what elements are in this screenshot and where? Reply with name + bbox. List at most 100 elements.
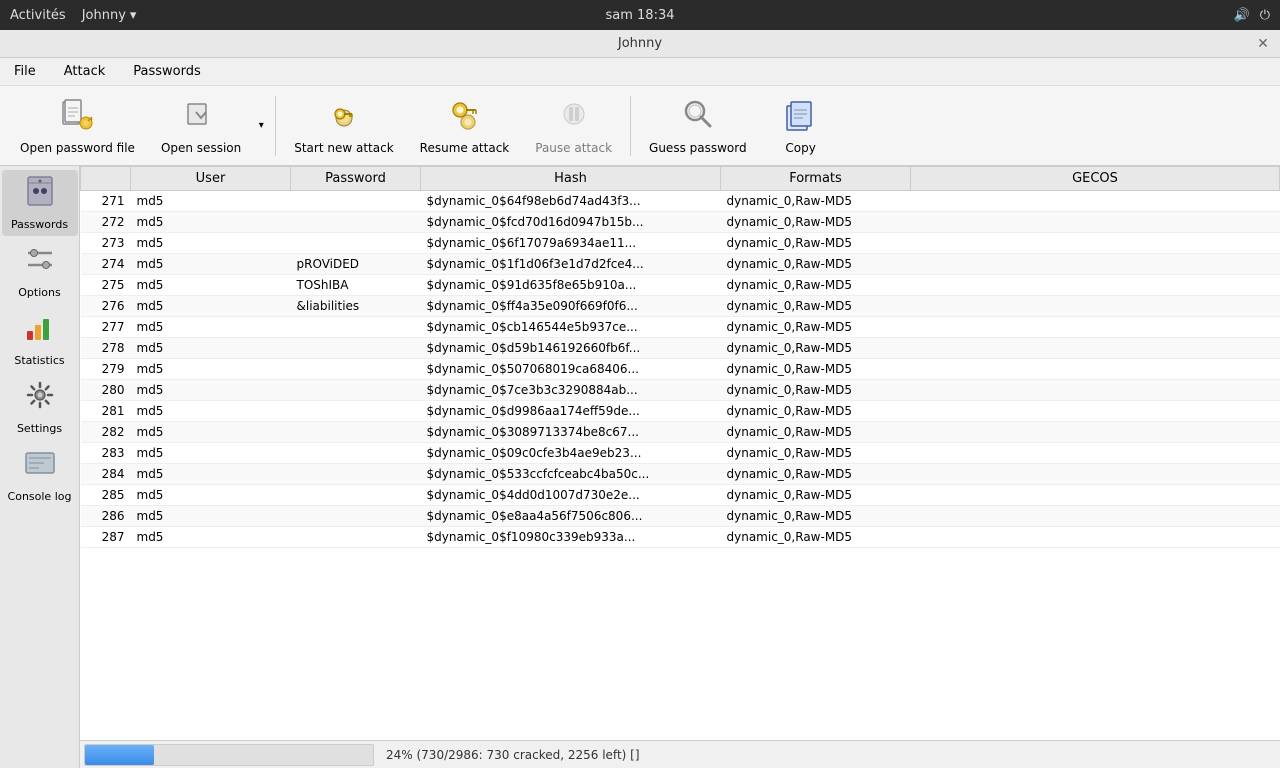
close-button[interactable]: ✕ <box>1254 35 1272 53</box>
cell-num: 278 <box>81 338 131 359</box>
cell-num: 272 <box>81 212 131 233</box>
table-row[interactable]: 280 md5 $dynamic_0$7ce3b3c3290884ab... d… <box>81 380 1280 401</box>
table-row[interactable]: 276 md5 &liabilities $dynamic_0$ff4a35e0… <box>81 296 1280 317</box>
cell-hash: $dynamic_0$d9986aa174eff59de... <box>421 401 721 422</box>
progress-bar-fill <box>85 745 154 765</box>
cell-gecos <box>911 359 1280 380</box>
cell-formats: dynamic_0,Raw-MD5 <box>721 191 911 212</box>
start-new-attack-button[interactable]: Start new attack <box>282 90 405 162</box>
table-row[interactable]: 279 md5 $dynamic_0$507068019ca68406... d… <box>81 359 1280 380</box>
options-icon <box>24 243 56 282</box>
table-row[interactable]: 283 md5 $dynamic_0$09c0cfe3b4ae9eb23... … <box>81 443 1280 464</box>
cell-hash: $dynamic_0$6f17079a6934ae11... <box>421 233 721 254</box>
cell-user: md5 <box>131 254 291 275</box>
sidebar-item-statistics[interactable]: Statistics <box>2 306 78 372</box>
statistics-icon <box>24 311 56 350</box>
open-session-wrapper: Open session ▾ <box>149 90 269 162</box>
menu-passwords[interactable]: Passwords <box>127 61 207 82</box>
table-row[interactable]: 284 md5 $dynamic_0$533ccfcfceabc4ba50c..… <box>81 464 1280 485</box>
activities-button[interactable]: Activités <box>10 8 66 23</box>
table-row[interactable]: 277 md5 $dynamic_0$cb146544e5b937ce... d… <box>81 317 1280 338</box>
cell-formats: dynamic_0,Raw-MD5 <box>721 359 911 380</box>
table-row[interactable]: 275 md5 TOShIBA $dynamic_0$91d635f8e65b9… <box>81 275 1280 296</box>
menubar: File Attack Passwords <box>0 58 1280 86</box>
cell-user: md5 <box>131 380 291 401</box>
pause-attack-button[interactable]: Pause attack <box>523 90 624 162</box>
open-password-file-button[interactable]: Open password file <box>8 90 147 162</box>
cell-hash: $dynamic_0$64f98eb6d74ad43f3... <box>421 191 721 212</box>
cell-gecos <box>911 527 1280 548</box>
cell-password <box>291 464 421 485</box>
cell-gecos <box>911 422 1280 443</box>
table-row[interactable]: 282 md5 $dynamic_0$3089713374be8c67... d… <box>81 422 1280 443</box>
menu-attack[interactable]: Attack <box>58 61 112 82</box>
cell-formats: dynamic_0,Raw-MD5 <box>721 338 911 359</box>
power-icon[interactable]: ⏻ <box>1260 8 1270 23</box>
resume-attack-icon <box>446 96 482 137</box>
data-table[interactable]: User Password Hash Formats GECOS 271 md5… <box>80 166 1280 740</box>
cell-password <box>291 485 421 506</box>
cell-hash: $dynamic_0$e8aa4a56f7506c806... <box>421 506 721 527</box>
cell-num: 287 <box>81 527 131 548</box>
cell-gecos <box>911 317 1280 338</box>
resume-attack-button[interactable]: Resume attack <box>408 90 522 162</box>
col-header-hash: Hash <box>421 167 721 191</box>
cell-user: md5 <box>131 317 291 338</box>
cell-formats: dynamic_0,Raw-MD5 <box>721 401 911 422</box>
cell-hash: $dynamic_0$cb146544e5b937ce... <box>421 317 721 338</box>
sidebar-item-passwords[interactable]: Passwords <box>2 170 78 236</box>
settings-icon <box>24 379 56 418</box>
cell-num: 274 <box>81 254 131 275</box>
cell-formats: dynamic_0,Raw-MD5 <box>721 254 911 275</box>
cell-num: 279 <box>81 359 131 380</box>
cell-user: md5 <box>131 275 291 296</box>
table-row[interactable]: 278 md5 $dynamic_0$d59b146192660fb6f... … <box>81 338 1280 359</box>
sidebar-settings-label: Settings <box>17 422 62 435</box>
start-new-attack-icon <box>326 96 362 137</box>
guess-password-icon <box>680 96 716 137</box>
sidebar-item-console-log[interactable]: Console log <box>2 442 78 508</box>
cell-user: md5 <box>131 359 291 380</box>
table-row[interactable]: 286 md5 $dynamic_0$e8aa4a56f7506c806... … <box>81 506 1280 527</box>
table-row[interactable]: 271 md5 $dynamic_0$64f98eb6d74ad43f3... … <box>81 191 1280 212</box>
app-name-button[interactable]: Johnny ▾ <box>82 8 137 23</box>
cell-num: 285 <box>81 485 131 506</box>
cell-num: 271 <box>81 191 131 212</box>
open-session-button[interactable]: Open session <box>149 90 253 162</box>
sidebar-item-options[interactable]: Options <box>2 238 78 304</box>
table-row[interactable]: 287 md5 $dynamic_0$f10980c339eb933a... d… <box>81 527 1280 548</box>
cell-gecos <box>911 233 1280 254</box>
cell-num: 280 <box>81 380 131 401</box>
open-password-file-label: Open password file <box>20 141 135 155</box>
cell-num: 286 <box>81 506 131 527</box>
sidebar-passwords-label: Passwords <box>11 218 68 231</box>
cell-user: md5 <box>131 233 291 254</box>
cell-formats: dynamic_0,Raw-MD5 <box>721 212 911 233</box>
guess-password-button[interactable]: Guess password <box>637 90 759 162</box>
table-row[interactable]: 272 md5 $dynamic_0$fcd70d16d0947b15b... … <box>81 212 1280 233</box>
table-row[interactable]: 281 md5 $dynamic_0$d9986aa174eff59de... … <box>81 401 1280 422</box>
app-name-arrow: ▾ <box>130 8 137 23</box>
cell-hash: $dynamic_0$1f1d06f3e1d7d2fce4... <box>421 254 721 275</box>
table-row[interactable]: 274 md5 pROViDED $dynamic_0$1f1d06f3e1d7… <box>81 254 1280 275</box>
statusbar: 24% (730/2986: 730 cracked, 2256 left) [… <box>80 740 1280 768</box>
cell-password <box>291 338 421 359</box>
menu-file[interactable]: File <box>8 61 42 82</box>
copy-button[interactable]: Copy <box>761 90 841 162</box>
window-titlebar: Johnny ✕ <box>0 30 1280 58</box>
table-row[interactable]: 285 md5 $dynamic_0$4dd0d1007d730e2e... d… <box>81 485 1280 506</box>
open-session-dropdown-arrow[interactable]: ▾ <box>253 90 269 162</box>
volume-icon[interactable]: 🔊 <box>1234 8 1250 23</box>
table-row[interactable]: 273 md5 $dynamic_0$6f17079a6934ae11... d… <box>81 233 1280 254</box>
sidebar-item-settings[interactable]: Settings <box>2 374 78 440</box>
passwords-icon <box>24 175 56 214</box>
cell-password <box>291 380 421 401</box>
cell-user: md5 <box>131 527 291 548</box>
col-header-num <box>81 167 131 191</box>
cell-num: 273 <box>81 233 131 254</box>
cell-password: pROViDED <box>291 254 421 275</box>
sidebar-options-label: Options <box>18 286 60 299</box>
cell-hash: $dynamic_0$d59b146192660fb6f... <box>421 338 721 359</box>
table-container: User Password Hash Formats GECOS 271 md5… <box>80 166 1280 768</box>
cell-hash: $dynamic_0$fcd70d16d0947b15b... <box>421 212 721 233</box>
